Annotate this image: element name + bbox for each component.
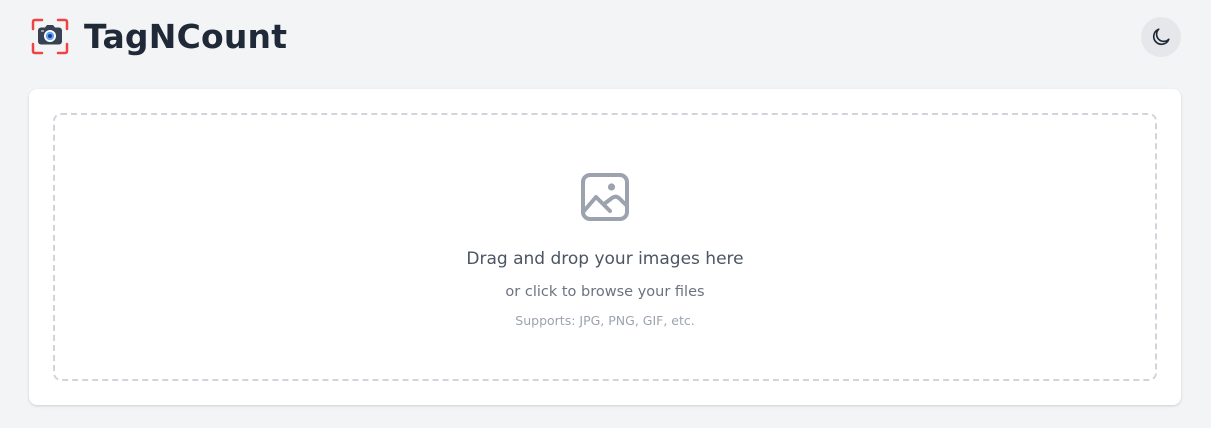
app-header: TagNCount — [0, 0, 1211, 76]
upload-card: Drag and drop your images here or click … — [29, 89, 1181, 405]
app-title: TagNCount — [84, 17, 288, 56]
image-icon — [579, 171, 631, 223]
image-dropzone[interactable]: Drag and drop your images here or click … — [53, 113, 1157, 381]
theme-toggle-button[interactable] — [1141, 17, 1181, 57]
supported-formats-hint: Supports: JPG, PNG, GIF, etc. — [515, 313, 695, 328]
moon-icon — [1150, 26, 1172, 48]
camera-icon — [31, 18, 69, 55]
dropzone-subtitle: or click to browse your files — [505, 284, 705, 300]
dropzone-title: Drag and drop your images here — [466, 249, 744, 269]
